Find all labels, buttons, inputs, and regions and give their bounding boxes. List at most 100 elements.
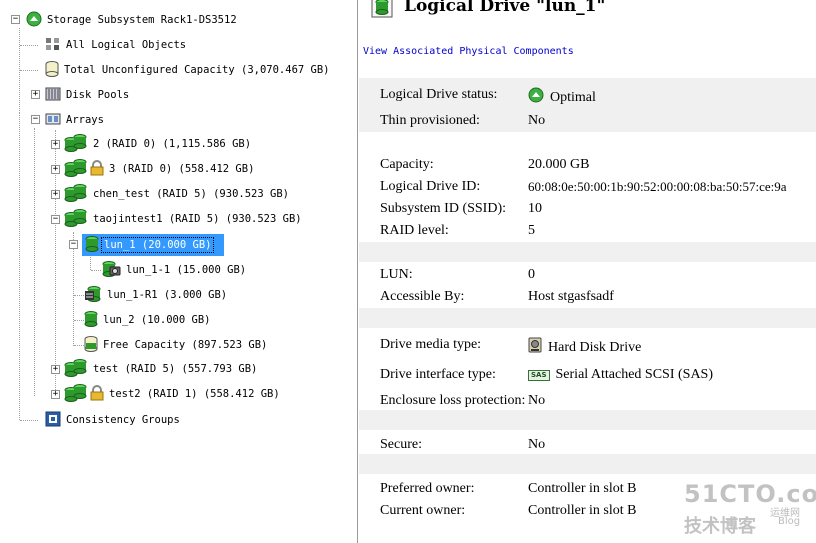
property-value: 60:08:0e:50:00:1b:90:52:00:00:08:ba:50:5… [528, 179, 787, 194]
tree-item-label: 2 (RAID 0) (1,115.586 GB) [93, 138, 252, 150]
tree-item-label: Storage Subsystem Rack1-DS3512 [47, 14, 237, 26]
arrays-icon [45, 111, 61, 130]
property-row-logical-drive-id: Logical Drive ID: 60:08:0e:50:00:1b:90:5… [359, 175, 816, 197]
array-drives-icon [64, 183, 88, 206]
property-value: 5 [528, 223, 535, 238]
tree-item-label: lun_1-R1 (3.000 GB) [107, 289, 228, 301]
row-band [359, 308, 816, 328]
tree-guide-line [74, 345, 84, 346]
logical-drive-header-icon [371, 0, 393, 22]
property-label: RAID level: [380, 223, 449, 238]
property-label: Thin provisioned: [380, 113, 480, 128]
tree-guide-line [20, 70, 38, 71]
property-value: 10 [528, 201, 542, 216]
tree-item-label: Total Unconfigured Capacity (3,070.467 G… [64, 64, 330, 76]
expand-toggle[interactable]: + [51, 190, 60, 199]
array-drives-icon [64, 358, 88, 381]
collapse-toggle[interactable]: − [51, 215, 60, 224]
property-row-status: Logical Drive status: Optimal [359, 83, 816, 105]
tree-item-lun-2[interactable]: lun_2 (10.000 GB) [84, 310, 212, 330]
tree-guide-line [20, 45, 38, 46]
property-label: Logical Drive status: [380, 87, 498, 102]
property-value: SAS Serial Attached SCSI (SAS) [528, 367, 713, 383]
property-value: Hard Disk Drive [528, 337, 641, 358]
tree-item-label: test (RAID 5) (557.793 GB) [93, 363, 258, 375]
property-label: Capacity: [380, 157, 434, 172]
property-label: Enclosure loss protection: [380, 393, 526, 408]
tree-item-total-unconfigured[interactable]: Total Unconfigured Capacity (3,070.467 G… [45, 60, 332, 80]
tree-item-array-chen-test[interactable]: chen_test (RAID 5) (930.523 GB) [64, 183, 291, 206]
tree-guide-line [19, 112, 20, 420]
tree-item-label: lun_1 (20.000 GB) [100, 237, 215, 253]
property-label: Current owner: [380, 503, 466, 518]
tree-item-label: taojintest1 (RAID 5) (930.523 GB) [93, 213, 302, 225]
tree-item-lun-1-r1[interactable]: lun_1-R1 (3.000 GB) [84, 285, 229, 305]
tree-item-label: lun_1-1 (15.000 GB) [126, 264, 247, 276]
property-value: No [528, 393, 546, 408]
property-row-secure: Secure: No [359, 433, 816, 455]
tree-item-storage-subsystem[interactable]: Storage Subsystem Rack1-DS3512 [26, 10, 239, 30]
free-capacity-icon [84, 335, 98, 355]
row-band [359, 242, 816, 262]
tree-item-array-taojintest1[interactable]: taojintest1 (RAID 5) (930.523 GB) [64, 208, 304, 231]
property-label: LUN: [380, 267, 413, 282]
expand-toggle[interactable]: + [51, 165, 60, 174]
array-drives-icon [64, 158, 88, 181]
property-value: No [528, 113, 546, 128]
detail-header: Logical Drive "lun_1" [359, 0, 816, 22]
tree-item-arrays[interactable]: Arrays [45, 110, 106, 130]
collapse-toggle[interactable]: − [69, 240, 78, 249]
tree-guide-line [90, 255, 91, 270]
tree-guide-line [91, 270, 101, 271]
property-row-thin-provisioned: Thin provisioned: No [359, 109, 816, 131]
tree-guide-line [34, 128, 35, 396]
property-value: Controller in slot B [528, 503, 637, 518]
tree-item-disk-pools[interactable]: Disk Pools [45, 85, 131, 105]
tree-item-label: 3 (RAID 0) (558.412 GB) [109, 163, 255, 175]
tree-item-lun-1-1[interactable]: lun_1-1 (15.000 GB) [101, 260, 248, 280]
lock-icon [90, 384, 104, 404]
collapse-toggle[interactable]: − [11, 15, 20, 24]
property-row-raid-level: RAID level: 5 [359, 219, 816, 241]
tree-item-label: Arrays [66, 114, 104, 126]
property-row-enclosure-loss-protection: Enclosure loss protection: No [359, 389, 816, 411]
property-row-accessible-by: Accessible By: Host stgasfsadf [359, 285, 816, 307]
expand-toggle[interactable]: + [51, 140, 60, 149]
expand-toggle[interactable]: + [51, 390, 60, 399]
tree-guide-line [20, 420, 38, 421]
property-row-drive-media-type: Drive media type: Hard Disk Drive [359, 333, 816, 355]
sas-icon: SAS [528, 369, 550, 381]
property-value: Optimal [528, 87, 596, 108]
tree-item-label: chen_test (RAID 5) (930.523 GB) [93, 188, 289, 200]
watermark: 51CTO.com 运维网 技术博客 Blog [680, 478, 816, 543]
tree-item-label: All Logical Objects [66, 39, 187, 51]
logical-objects-icon [45, 36, 61, 55]
property-label: Drive interface type: [380, 367, 496, 382]
watermark-sub-text: 技术博客 [684, 516, 756, 537]
tree-item-lun-1[interactable]: lun_1 (20.000 GB) [82, 234, 224, 256]
property-value: No [528, 437, 546, 452]
expand-toggle[interactable]: + [31, 90, 40, 99]
tree-item-consistency-groups[interactable]: Consistency Groups [45, 410, 182, 430]
row-band [359, 410, 816, 430]
tree-item-array-test[interactable]: test (RAID 5) (557.793 GB) [64, 358, 259, 381]
array-drives-icon [64, 383, 88, 406]
array-drives-icon [64, 208, 88, 231]
tree-item-label: test2 (RAID 1) (558.412 GB) [109, 388, 280, 400]
detail-title: Logical Drive "lun_1" [404, 0, 606, 16]
row-band [359, 132, 816, 152]
property-label: Preferred owner: [380, 481, 475, 496]
expand-toggle[interactable]: + [51, 365, 60, 374]
view-physical-components-link[interactable]: View Associated Physical Components [363, 46, 574, 57]
collapse-toggle[interactable]: − [31, 115, 40, 124]
property-row-drive-interface-type: Drive interface type: SAS Serial Attache… [359, 363, 816, 385]
properties-pane: Logical Drive "lun_1" View Associated Ph… [359, 0, 816, 543]
tree-item-array-2[interactable]: 2 (RAID 0) (1,115.586 GB) [64, 133, 253, 154]
tree-item-array-3[interactable]: 3 (RAID 0) (558.412 GB) [64, 158, 256, 181]
tree-item-free-capacity[interactable]: Free Capacity (897.523 GB) [84, 335, 269, 355]
property-value: 20.000 GB [528, 157, 590, 172]
tree-item-all-logical-objects[interactable]: All Logical Objects [45, 35, 188, 55]
tree-guide-line [74, 320, 84, 321]
property-label: Logical Drive ID: [380, 179, 481, 194]
tree-item-array-test2[interactable]: test2 (RAID 1) (558.412 GB) [64, 383, 282, 406]
